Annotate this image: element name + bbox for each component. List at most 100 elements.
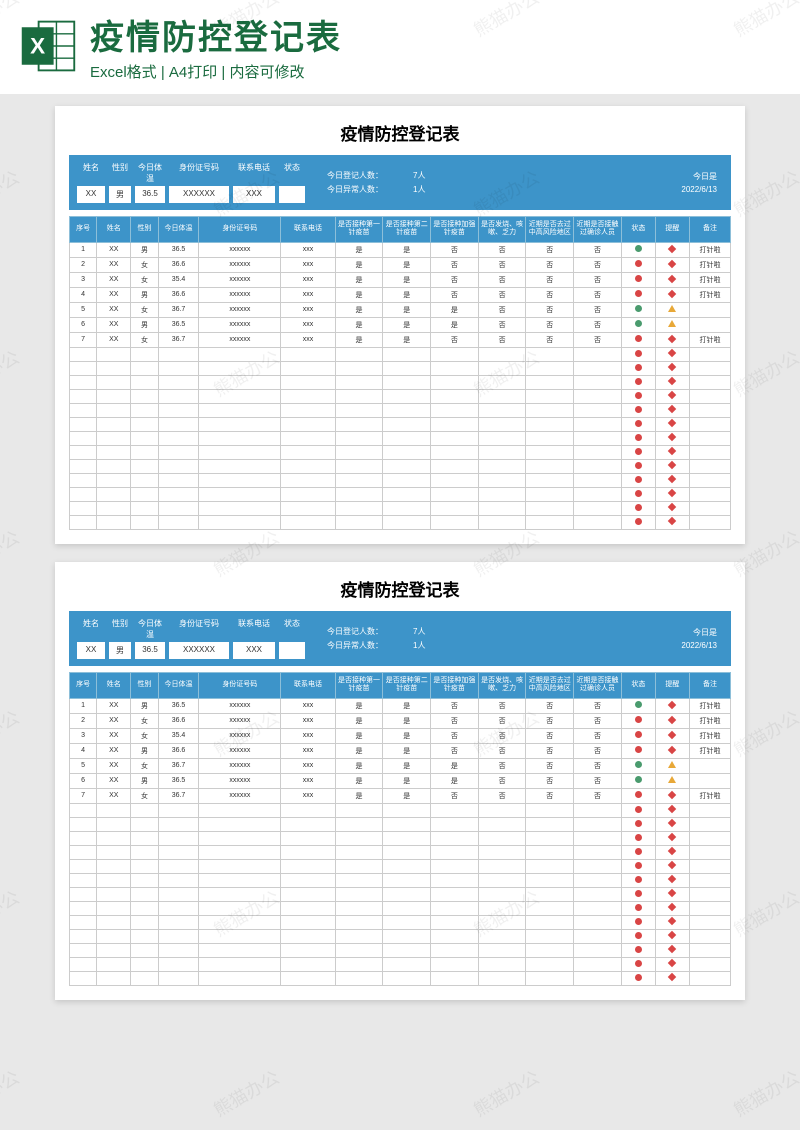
alert-icon (668, 889, 676, 897)
alert-icon (668, 805, 676, 813)
sheet-preview-2: 疫情防控登记表姓名性别今日体温身份证号码联系电话状态XX男36.5XXXXXXX… (55, 562, 745, 1000)
col-header: 姓名 (97, 217, 131, 243)
col-header: 近期是否接触过确诊人员 (574, 217, 622, 243)
entry-value-id[interactable]: XXXXXX (169, 642, 229, 659)
col-header: 近期是否去过中高风险地区 (526, 672, 574, 698)
status-dot-icon (289, 189, 296, 196)
col-header: 是否接种第二针疫苗 (383, 672, 431, 698)
col-header: 今日体温 (158, 672, 199, 698)
alert-icon (668, 489, 676, 497)
table-row-empty (70, 473, 731, 487)
watermark-text: 熊猫办公 (0, 1064, 24, 1123)
table-row: 6XX男36.5xxxxxxxxx是是是否否否 (70, 773, 731, 788)
col-header: 身份证号码 (199, 217, 281, 243)
table-row: 4XX男36.6xxxxxxxxx是是否否否否打针啦 (70, 287, 731, 302)
sheet-title: 疫情防控登记表 (69, 120, 731, 145)
status-icon (635, 776, 642, 783)
alert-icon (668, 517, 676, 525)
entry-value-sex[interactable]: 男 (109, 186, 131, 203)
status-icon (635, 791, 642, 798)
alert-icon (668, 363, 676, 371)
status-icon (635, 518, 642, 525)
page-subtitle: Excel格式 | A4打印 | 内容可修改 (90, 61, 782, 82)
status-dot-icon (289, 645, 296, 652)
status-icon (635, 876, 642, 883)
watermark-text: 熊猫办公 (208, 1064, 283, 1123)
entry-value-status[interactable] (279, 186, 305, 203)
count-value: 7人 (413, 170, 425, 181)
alert-icon (668, 730, 676, 738)
status-icon (635, 701, 642, 708)
alert-icon (668, 917, 676, 925)
alert-icon (668, 700, 676, 708)
entry-value-name[interactable]: XX (77, 186, 105, 203)
today-date: 2022/6/13 (681, 185, 717, 194)
alert-icon (668, 305, 676, 312)
alert-icon (668, 245, 676, 253)
status-icon (635, 862, 642, 869)
alert-icon (668, 776, 676, 783)
status-icon (635, 904, 642, 911)
entry-value-tel[interactable]: XXX (233, 186, 275, 203)
status-icon (635, 275, 642, 282)
alert-icon (668, 931, 676, 939)
table-row: 1XX男36.5xxxxxxxxx是是否否否否打针啦 (70, 698, 731, 713)
col-header: 是否发烧、咳嗽、乏力 (478, 217, 526, 243)
table-row-empty (70, 417, 731, 431)
table-row-empty (70, 859, 731, 873)
status-icon (635, 462, 642, 469)
col-header: 序号 (70, 672, 97, 698)
entry-value-sex[interactable]: 男 (109, 642, 131, 659)
table-row-empty (70, 515, 731, 529)
col-header: 状态 (621, 217, 655, 243)
page-title: 疫情防控登记表 (90, 10, 782, 59)
entry-value-status[interactable] (279, 642, 305, 659)
status-icon (635, 848, 642, 855)
table-row-empty (70, 445, 731, 459)
col-header: 姓名 (97, 672, 131, 698)
table-row-empty (70, 403, 731, 417)
table-row-empty (70, 873, 731, 887)
entry-label-tel: 联系电话 (233, 618, 275, 640)
table-row-empty (70, 431, 731, 445)
alert-icon (668, 959, 676, 967)
table-row: 3XX女35.4xxxxxxxxx是是否否否否打针啦 (70, 728, 731, 743)
status-icon (635, 932, 642, 939)
entry-value-id[interactable]: XXXXXX (169, 186, 229, 203)
sheet-preview-1: 疫情防控登记表姓名性别今日体温身份证号码联系电话状态XX男36.5XXXXXXX… (55, 106, 745, 544)
entry-label-temp: 今日体温 (135, 618, 165, 640)
status-icon (635, 305, 642, 312)
count-label: 今日登记人数： (327, 626, 383, 637)
status-icon (635, 820, 642, 827)
status-icon (635, 731, 642, 738)
entry-value-name[interactable]: XX (77, 642, 105, 659)
today-block: 今日是2022/6/13 (681, 618, 723, 659)
watermark-text: 熊猫办公 (468, 1064, 543, 1123)
status-icon (635, 320, 642, 327)
status-icon (635, 245, 642, 252)
table-row: 5XX女36.7xxxxxxxxx是是是否否否 (70, 302, 731, 317)
abn-label: 今日异常人数： (327, 184, 383, 195)
entry-value-temp[interactable]: 36.5 (135, 642, 165, 659)
table-row-empty (70, 817, 731, 831)
table-row: 1XX男36.5xxxxxxxxx是是否否否否打针啦 (70, 242, 731, 257)
entry-value-temp[interactable]: 36.5 (135, 186, 165, 203)
table-row-empty (70, 971, 731, 985)
page-header: X 疫情防控登记表 Excel格式 | A4打印 | 内容可修改 (0, 0, 800, 94)
abn-value: 1人 (413, 640, 425, 651)
status-icon (635, 960, 642, 967)
table-row-empty (70, 901, 731, 915)
table-row: 5XX女36.7xxxxxxxxx是是是否否否 (70, 758, 731, 773)
table-row: 4XX男36.6xxxxxxxxx是是否否否否打针啦 (70, 743, 731, 758)
alert-icon (668, 335, 676, 343)
status-icon (635, 946, 642, 953)
table-row-empty (70, 943, 731, 957)
entry-value-tel[interactable]: XXX (233, 642, 275, 659)
entry-label-id: 身份证号码 (169, 162, 229, 184)
abn-label: 今日异常人数： (327, 640, 383, 651)
entry-label-temp: 今日体温 (135, 162, 165, 184)
col-header: 是否接种加强针疫苗 (431, 217, 479, 243)
col-header: 是否接种第一针疫苗 (335, 672, 383, 698)
col-header: 提醒 (655, 217, 689, 243)
table-row-empty (70, 361, 731, 375)
